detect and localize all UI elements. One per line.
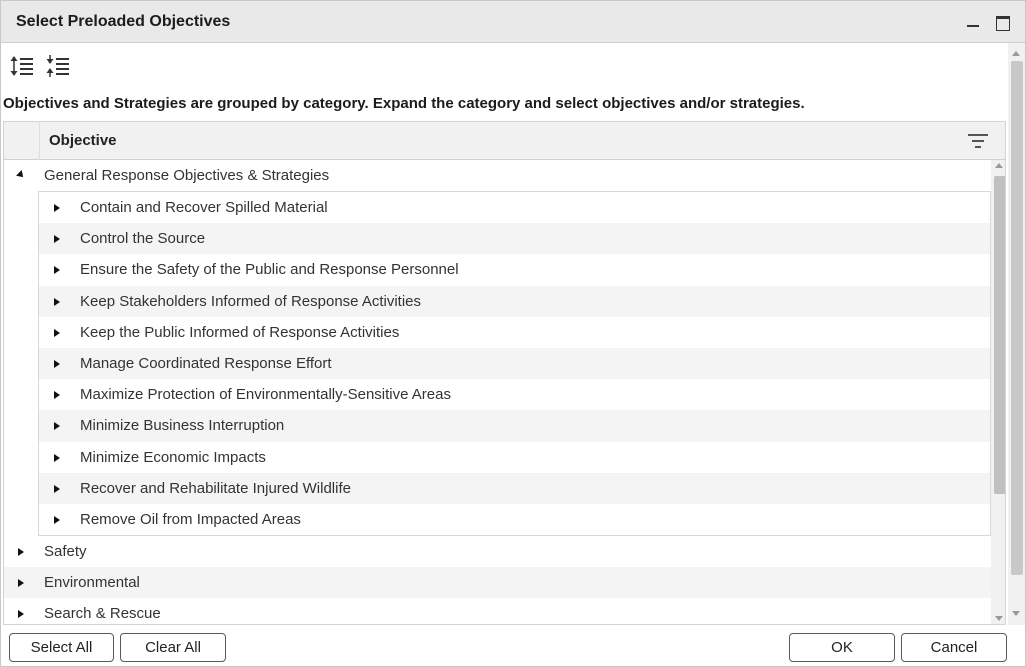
objective-label: Minimize Economic Impacts: [80, 448, 266, 466]
objective-row[interactable]: Contain and Recover Spilled Material: [39, 192, 990, 223]
select-all-button[interactable]: Select All: [9, 633, 114, 662]
objective-row[interactable]: Keep the Public Informed of Response Act…: [39, 317, 990, 348]
category-row[interactable]: General Response Objectives & Strategies: [4, 160, 991, 191]
expand-arrow-icon[interactable]: [54, 484, 60, 493]
objective-row[interactable]: Recover and Rehabilitate Injured Wildlif…: [39, 472, 990, 504]
objective-label: Control the Source: [80, 230, 206, 248]
objective-label: Keep Stakeholders Informed of Response A…: [80, 292, 422, 310]
expand-arrow-icon[interactable]: [18, 579, 24, 588]
clear-all-button[interactable]: Clear All: [120, 633, 226, 662]
scroll-up-arrow-icon[interactable]: [995, 163, 1003, 168]
expand-arrow-icon[interactable]: [54, 515, 60, 524]
expand-arrow-icon[interactable]: [54, 453, 60, 462]
dialog-title: Select Preloaded Objectives: [16, 13, 231, 30]
filter-icon[interactable]: [967, 132, 989, 150]
expand-arrow-icon[interactable]: [54, 422, 60, 431]
dialog-scrollbar[interactable]: [1008, 43, 1025, 625]
objective-label: Keep the Public Informed of Response Act…: [80, 323, 400, 341]
expand-arrow-icon[interactable]: [54, 359, 60, 368]
objective-label: Manage Coordinated Response Effort: [80, 354, 332, 372]
expand-arrow-icon[interactable]: [54, 204, 60, 212]
objective-row[interactable]: Manage Coordinated Response Effort: [39, 347, 990, 380]
category-label: General Response Objectives & Strategies: [44, 167, 330, 184]
objective-row[interactable]: Keep Stakeholders Informed of Response A…: [39, 285, 990, 317]
grid-header: Objective: [4, 122, 1005, 160]
objectives-tree: General Response Objectives & Strategies…: [4, 160, 991, 624]
objectives-subtable: Contain and Recover Spilled Material Con…: [38, 191, 991, 537]
objective-row[interactable]: Minimize Economic Impacts: [39, 442, 990, 473]
expand-arrow-icon[interactable]: [54, 391, 60, 400]
maximize-icon[interactable]: [993, 12, 1013, 32]
expand-arrow-icon[interactable]: [54, 235, 60, 244]
objectives-grid: Objective General Response Objectives & …: [3, 121, 1006, 625]
ok-button[interactable]: OK: [789, 633, 895, 662]
expand-arrow-icon[interactable]: [18, 610, 24, 619]
select-objectives-dialog: Select Preloaded Objectives Objectives a…: [0, 0, 1026, 667]
minimize-icon[interactable]: [963, 12, 983, 32]
expand-arrow-icon[interactable]: [54, 297, 60, 306]
scroll-thumb[interactable]: [1011, 61, 1023, 575]
scroll-thumb[interactable]: [994, 176, 1005, 494]
dialog-titlebar[interactable]: Select Preloaded Objectives: [1, 1, 1025, 43]
category-label: Search & Rescue: [44, 605, 161, 623]
expand-arrow-icon[interactable]: [54, 328, 60, 337]
grid-scrollbar[interactable]: [991, 160, 1005, 624]
objective-label: Contain and Recover Spilled Material: [80, 199, 328, 216]
objective-row[interactable]: Minimize Business Interruption: [39, 410, 990, 442]
category-label: Safety: [44, 543, 87, 561]
dialog-footer: Select All Clear All OK Cancel: [1, 626, 1025, 666]
scroll-down-arrow-icon[interactable]: [1012, 611, 1020, 616]
expand-all-icon[interactable]: [9, 53, 35, 79]
column-header-objective[interactable]: Objective: [49, 132, 117, 149]
objective-label: Maximize Protection of Environmentally-S…: [80, 386, 451, 404]
category-label: Environmental: [44, 574, 140, 592]
header-indent-cell: [4, 122, 40, 160]
instructions-text: Objectives and Strategies are grouped by…: [3, 95, 805, 112]
expand-arrow-icon[interactable]: [54, 266, 60, 275]
scroll-down-arrow-icon[interactable]: [995, 616, 1003, 621]
objective-row[interactable]: Remove Oil from Impacted Areas: [39, 504, 990, 535]
objective-label: Minimize Business Interruption: [80, 417, 285, 435]
category-row[interactable]: Search & Rescue: [4, 598, 991, 624]
cancel-button[interactable]: Cancel: [901, 633, 1007, 662]
category-row[interactable]: Safety: [4, 536, 991, 567]
objective-label: Ensure the Safety of the Public and Resp…: [80, 261, 459, 279]
expand-arrow-icon[interactable]: [18, 548, 24, 557]
objective-label: Remove Oil from Impacted Areas: [80, 510, 301, 528]
category-row[interactable]: Environmental: [4, 567, 991, 599]
tree-toolbar: [9, 53, 71, 79]
scroll-up-arrow-icon[interactable]: [1012, 51, 1020, 56]
collapse-arrow-icon[interactable]: [16, 170, 26, 180]
objective-label: Recover and Rehabilitate Injured Wildlif…: [80, 479, 351, 497]
objective-row[interactable]: Ensure the Safety of the Public and Resp…: [39, 254, 990, 285]
collapse-all-icon[interactable]: [45, 53, 71, 79]
objective-row[interactable]: Control the Source: [39, 223, 990, 255]
objective-row[interactable]: Maximize Protection of Environmentally-S…: [39, 379, 990, 410]
